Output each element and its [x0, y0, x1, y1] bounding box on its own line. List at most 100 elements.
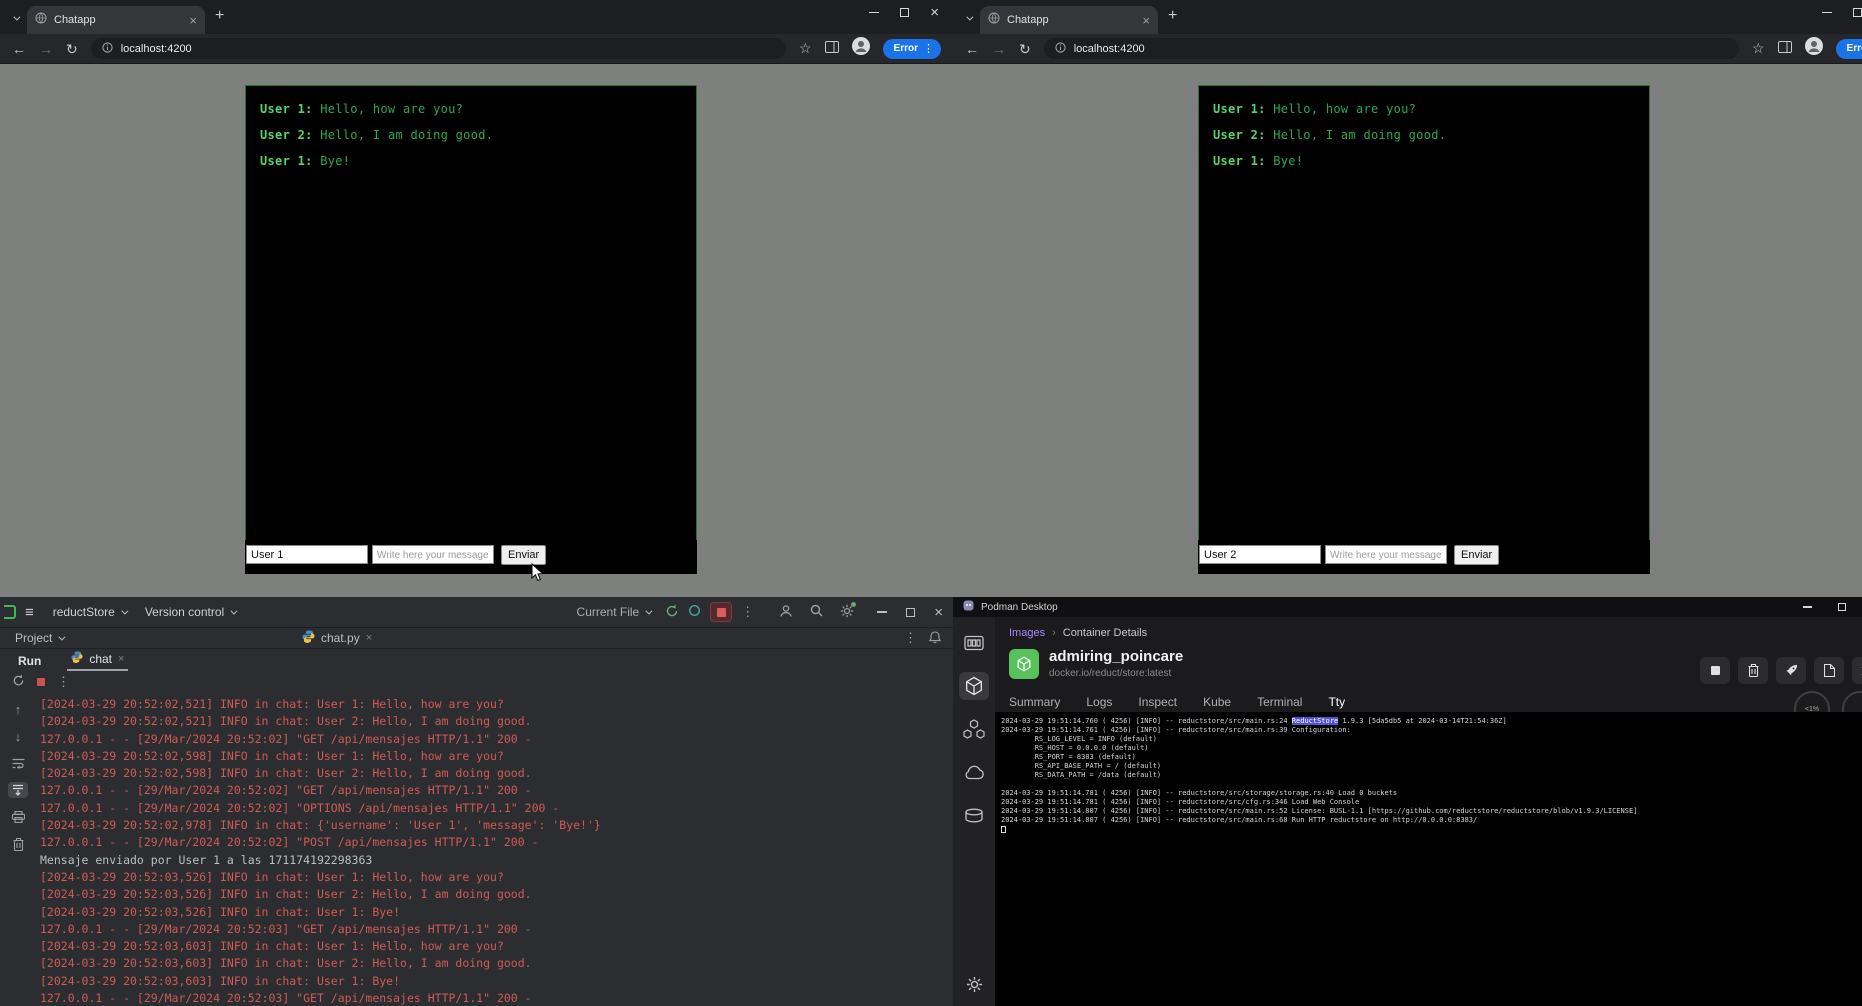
close-tab-icon[interactable]: × [366, 632, 372, 644]
bookmark-star-icon[interactable]: ☆ [1752, 40, 1765, 57]
username-input[interactable] [1199, 545, 1321, 564]
down-stacktrace-icon[interactable]: ↓ [8, 728, 28, 744]
tty-terminal[interactable]: 2024-03-29 19:51:14.760 ( 4256) [INFO] -… [995, 712, 1862, 1006]
close-icon[interactable]: × [934, 608, 943, 617]
nav-volumes-icon[interactable] [959, 801, 989, 829]
stop-container-button[interactable] [1700, 657, 1730, 684]
back-icon[interactable]: ← [12, 42, 26, 56]
chat-message: User 1: Bye! [1213, 148, 1635, 174]
terminal-line: 2024-03-29 19:51:14.807 ( 4256) [INFO] -… [1001, 816, 1862, 825]
nav-containers-icon[interactable] [959, 672, 989, 700]
export-container-button[interactable] [1814, 657, 1844, 684]
main-menu-icon[interactable]: ≡ [25, 604, 34, 621]
container-cube-icon [1009, 649, 1039, 679]
vcs-widget[interactable]: Version control [145, 605, 235, 619]
tab-search-icon[interactable] [7, 10, 23, 26]
send-button[interactable]: Enviar [1454, 545, 1499, 565]
site-info-icon[interactable] [102, 40, 113, 58]
window-controls: × [869, 8, 939, 17]
error-button[interactable]: Error ⋮ [1836, 39, 1862, 59]
print-icon[interactable] [8, 809, 28, 825]
message-input[interactable] [372, 545, 494, 564]
rerun-icon[interactable] [12, 674, 25, 690]
editor-options-icon[interactable]: ⋮ [904, 630, 917, 646]
error-button[interactable]: Error ⋮ [883, 39, 941, 59]
open-terminal-button[interactable] [1852, 657, 1862, 684]
deploy-kube-button[interactable] [1776, 657, 1806, 684]
reload-icon[interactable]: ↻ [1019, 42, 1031, 56]
window-controls: × [1822, 8, 1862, 17]
rerun-icon[interactable] [665, 604, 679, 621]
forward-icon[interactable]: → [39, 42, 53, 56]
bookmark-star-icon[interactable]: ☆ [799, 40, 812, 57]
side-panel-icon[interactable] [1778, 40, 1792, 58]
new-tab-button[interactable]: + [1168, 7, 1177, 25]
message-input[interactable] [1325, 545, 1447, 564]
minimize-icon[interactable] [877, 611, 887, 613]
run-tab-chat[interactable]: chat × [67, 651, 128, 671]
tab-close-icon[interactable]: × [189, 14, 197, 27]
window-controls: × [877, 608, 943, 617]
container-image: docker.io/reduct/store:latest [1049, 668, 1183, 679]
more-actions-icon[interactable]: ⋮ [741, 604, 754, 620]
pycharm-logo-icon [4, 605, 16, 619]
minimize-icon[interactable] [1822, 12, 1832, 14]
scroll-to-end-icon[interactable] [8, 782, 28, 798]
close-icon[interactable]: × [930, 8, 939, 17]
run-configuration-select[interactable]: Current File [577, 605, 651, 619]
console-line: [2024-03-29 20:52:02,598] INFO in chat: … [40, 748, 953, 765]
settings-gear-icon[interactable] [959, 970, 989, 998]
podman-logo-icon [963, 600, 974, 614]
close-tab-icon[interactable]: × [118, 653, 124, 665]
editor-tab-chatpy[interactable]: chat.py × [298, 630, 372, 646]
breadcrumb-images-link[interactable]: Images [1009, 627, 1045, 639]
breadcrumb-current: Container Details [1063, 627, 1147, 639]
user-account-icon[interactable] [779, 604, 793, 621]
tab-strip: Chatapp × + × [0, 0, 953, 34]
project-tool-window-header[interactable]: Project [0, 628, 298, 648]
stop-button[interactable] [710, 602, 732, 622]
maximize-icon[interactable] [1853, 8, 1862, 17]
forward-icon[interactable]: → [992, 42, 1006, 56]
send-button[interactable]: Enviar [501, 545, 546, 565]
console-line: 127.0.0.1 - - [29/Mar/2024 20:52:03] "GE… [40, 921, 953, 938]
side-panel-icon[interactable] [825, 40, 839, 58]
stop-icon[interactable] [37, 675, 45, 689]
project-widget[interactable]: reductStore [53, 605, 126, 619]
nav-dashboard-icon[interactable] [959, 629, 989, 657]
terminal-line: RS_DATA_PATH = /data (default) [1001, 771, 1862, 780]
breadcrumb-separator: › [1052, 627, 1056, 639]
settings-gear-icon[interactable] [840, 604, 854, 621]
more-icon[interactable]: ⋮ [57, 674, 70, 690]
search-everywhere-icon[interactable] [810, 604, 823, 620]
nav-pods-icon[interactable] [959, 715, 989, 743]
address-bar[interactable]: localhost:4200 [1044, 38, 1739, 59]
menu-kebab-icon[interactable]: ⋮ [923, 42, 934, 55]
minimize-icon[interactable] [869, 12, 879, 14]
minimize-icon[interactable] [1803, 606, 1812, 607]
tab-close-icon[interactable]: × [1142, 14, 1150, 27]
site-info-icon[interactable] [1055, 40, 1066, 58]
username-input[interactable] [246, 545, 368, 564]
maximize-icon[interactable] [900, 8, 909, 17]
address-bar[interactable]: localhost:4200 [91, 38, 786, 59]
notifications-bell-icon[interactable] [929, 630, 941, 646]
reload-icon[interactable]: ↻ [66, 42, 78, 56]
maximize-icon[interactable] [1838, 603, 1846, 611]
soft-wrap-icon[interactable] [8, 755, 28, 771]
ide-main-toolbar: ≡ reductStore Version control Current Fi… [0, 597, 953, 628]
browser-tab[interactable]: Chatapp × [27, 6, 205, 34]
new-tab-button[interactable]: + [215, 7, 224, 25]
back-icon[interactable]: ← [965, 42, 979, 56]
console-line: [2024-03-29 20:52:03,526] INFO in chat: … [40, 904, 953, 921]
profile-avatar[interactable] [1805, 37, 1823, 60]
browser-tab[interactable]: Chatapp × [980, 6, 1158, 34]
nav-kubernetes-cloud-icon[interactable] [959, 758, 989, 786]
profiler-icon[interactable] [688, 604, 701, 620]
delete-container-button[interactable] [1738, 657, 1768, 684]
clear-console-icon[interactable] [8, 836, 28, 852]
up-stacktrace-icon[interactable]: ↑ [8, 701, 28, 717]
profile-avatar[interactable] [852, 37, 870, 60]
tab-search-icon[interactable] [960, 10, 976, 26]
maximize-icon[interactable] [906, 608, 915, 617]
